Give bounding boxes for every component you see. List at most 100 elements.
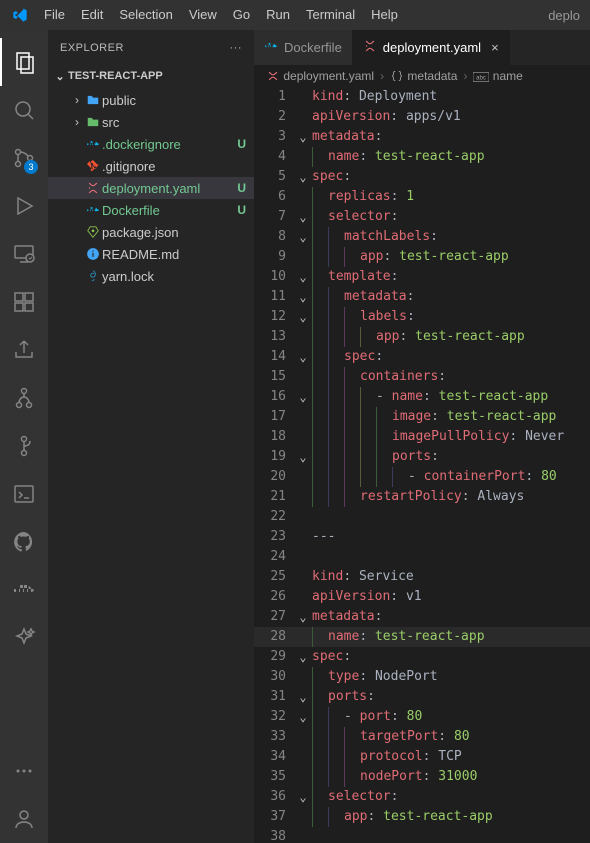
code-editor[interactable]: 1kind: Deployment2apiVersion: apps/v13⌄m… — [254, 87, 590, 843]
tree-item[interactable]: DockerfileU — [48, 199, 254, 221]
tree-item[interactable]: yarn.lock — [48, 265, 254, 287]
menu-item-go[interactable]: Go — [225, 7, 258, 22]
fold-toggle[interactable]: ⌄ — [296, 167, 310, 187]
tree-item[interactable]: package.json — [48, 221, 254, 243]
fold-toggle[interactable]: ⌄ — [296, 207, 310, 227]
fold-toggle[interactable]: ⌄ — [296, 707, 310, 727]
extensions-icon[interactable] — [0, 278, 48, 326]
menu-item-selection[interactable]: Selection — [111, 7, 180, 22]
code-line[interactable]: 17image: test-react-app — [254, 407, 590, 427]
fold-toggle[interactable]: ⌄ — [296, 267, 310, 287]
code-line[interactable]: 18imagePullPolicy: Never — [254, 427, 590, 447]
code-line[interactable]: 8⌄matchLabels: — [254, 227, 590, 247]
sidebar-section-toggle[interactable]: ⌄ TEST-REACT-APP — [48, 65, 254, 87]
fold-toggle[interactable]: ⌄ — [296, 687, 310, 707]
breadcrumb-segment[interactable]: metadata — [390, 69, 457, 84]
editor-tab[interactable]: deployment.yaml× — [353, 30, 510, 65]
code-line[interactable]: 30type: NodePort — [254, 667, 590, 687]
fold-toggle[interactable]: ⌄ — [296, 387, 310, 407]
breadcrumb-segment[interactable]: abc name — [473, 69, 522, 83]
code-line[interactable]: 26apiVersion: v1 — [254, 587, 590, 607]
code-line[interactable]: 29⌄spec: — [254, 647, 590, 667]
code-line[interactable]: 27⌄metadata: — [254, 607, 590, 627]
fold-toggle[interactable]: ⌄ — [296, 227, 310, 247]
code-line[interactable]: 3⌄metadata: — [254, 127, 590, 147]
code-line[interactable]: 5⌄spec: — [254, 167, 590, 187]
code-line[interactable]: 12⌄labels: — [254, 307, 590, 327]
code-line[interactable]: 13app: test-react-app — [254, 327, 590, 347]
more-icon[interactable] — [0, 747, 48, 795]
git-tree-icon[interactable] — [0, 422, 48, 470]
menu-item-run[interactable]: Run — [258, 7, 298, 22]
menu-item-file[interactable]: File — [36, 7, 73, 22]
code-line[interactable]: 11⌄metadata: — [254, 287, 590, 307]
code-line[interactable]: 34protocol: TCP — [254, 747, 590, 767]
tree-item[interactable]: .gitignore — [48, 155, 254, 177]
code-line[interactable]: 35nodePort: 31000 — [254, 767, 590, 787]
code-line[interactable]: 4name: test-react-app — [254, 147, 590, 167]
close-icon[interactable]: × — [491, 40, 499, 55]
code-line[interactable]: 25kind: Service — [254, 567, 590, 587]
tree-item[interactable]: .dockerignoreU — [48, 133, 254, 155]
code-line[interactable]: 9app: test-react-app — [254, 247, 590, 267]
fold-toggle[interactable]: ⌄ — [296, 607, 310, 627]
code-text: --- — [310, 527, 590, 547]
share-icon[interactable] — [0, 326, 48, 374]
code-line[interactable]: 21restartPolicy: Always — [254, 487, 590, 507]
fold-toggle[interactable]: ⌄ — [296, 647, 310, 667]
code-line[interactable]: 22 — [254, 507, 590, 527]
code-line[interactable]: 33targetPort: 80 — [254, 727, 590, 747]
breadcrumb-segment[interactable]: deployment.yaml — [266, 69, 374, 84]
code-line[interactable]: 6replicas: 1 — [254, 187, 590, 207]
tree-item[interactable]: ›public — [48, 89, 254, 111]
breadcrumb[interactable]: deployment.yaml› metadata›abc name — [254, 65, 590, 87]
sidebar-more-button[interactable]: ··· — [230, 42, 243, 54]
remote-explorer-icon[interactable] — [0, 230, 48, 278]
code-line[interactable]: 1kind: Deployment — [254, 87, 590, 107]
code-line[interactable]: 14⌄spec: — [254, 347, 590, 367]
yaml-icon — [84, 181, 102, 195]
menu-item-view[interactable]: View — [181, 7, 225, 22]
git-branch-icon[interactable] — [0, 374, 48, 422]
line-number: 24 — [254, 547, 296, 567]
explorer-icon[interactable] — [0, 38, 48, 86]
editor-tab[interactable]: Dockerfile — [254, 30, 353, 65]
code-line[interactable]: 7⌄selector: — [254, 207, 590, 227]
tree-item[interactable]: README.md — [48, 243, 254, 265]
tree-item[interactable]: deployment.yamlU — [48, 177, 254, 199]
menu-item-help[interactable]: Help — [363, 7, 406, 22]
yarn-icon — [84, 269, 102, 283]
fold-toggle[interactable]: ⌄ — [296, 287, 310, 307]
code-line[interactable]: 16⌄- name: test-react-app — [254, 387, 590, 407]
accounts-icon[interactable] — [0, 795, 48, 843]
code-line[interactable]: 36⌄selector: — [254, 787, 590, 807]
code-line[interactable]: 38 — [254, 827, 590, 843]
sparkle-icon[interactable] — [0, 614, 48, 662]
fold-toggle[interactable]: ⌄ — [296, 347, 310, 367]
source-control-icon[interactable]: 3 — [0, 134, 48, 182]
fold-toggle[interactable]: ⌄ — [296, 307, 310, 327]
code-line[interactable]: 28name: test-react-app — [254, 627, 590, 647]
fold-toggle[interactable]: ⌄ — [296, 787, 310, 807]
code-line[interactable]: 37app: test-react-app — [254, 807, 590, 827]
fold-toggle[interactable]: ⌄ — [296, 447, 310, 467]
docker-icon[interactable] — [0, 566, 48, 614]
code-line[interactable]: 24 — [254, 547, 590, 567]
tree-item[interactable]: ›src — [48, 111, 254, 133]
run-debug-icon[interactable] — [0, 182, 48, 230]
code-line[interactable]: 23--- — [254, 527, 590, 547]
code-line[interactable]: 31⌄ports: — [254, 687, 590, 707]
main: 3 EXPLORER ··· ⌄ TEST-REACT-APP ›public›… — [0, 30, 590, 843]
github-icon[interactable] — [0, 518, 48, 566]
code-line[interactable]: 10⌄template: — [254, 267, 590, 287]
menu-item-terminal[interactable]: Terminal — [298, 7, 363, 22]
console-icon[interactable] — [0, 470, 48, 518]
code-line[interactable]: 15containers: — [254, 367, 590, 387]
fold-toggle[interactable]: ⌄ — [296, 127, 310, 147]
search-icon[interactable] — [0, 86, 48, 134]
code-line[interactable]: 32⌄- port: 80 — [254, 707, 590, 727]
menu-item-edit[interactable]: Edit — [73, 7, 111, 22]
code-line[interactable]: 19⌄ports: — [254, 447, 590, 467]
code-line[interactable]: 20- containerPort: 80 — [254, 467, 590, 487]
code-line[interactable]: 2apiVersion: apps/v1 — [254, 107, 590, 127]
